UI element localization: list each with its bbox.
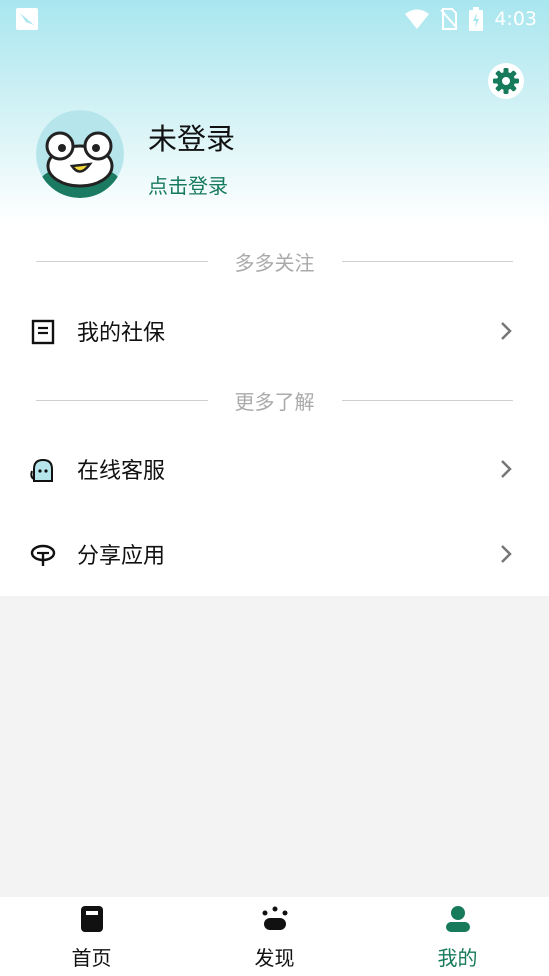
chevron-right-icon (501, 460, 512, 478)
battery-charging-icon (469, 7, 484, 31)
nav-label: 首页 (71, 946, 112, 970)
menu-item-share-app[interactable]: 分享应用 (0, 523, 549, 585)
wifi-icon (405, 9, 430, 29)
settings-button[interactable] (488, 63, 524, 99)
nav-mine[interactable]: 我的 (366, 897, 549, 976)
profile-header: 4:03 未登录 点击登录 (0, 0, 549, 222)
chevron-right-icon (501, 322, 512, 340)
status-time: 4:03 (494, 8, 537, 30)
no-sim-icon (440, 8, 459, 30)
customer-service-icon (30, 458, 53, 482)
menu-item-label: 在线客服 (77, 459, 166, 484)
gear-icon (493, 68, 519, 94)
login-link[interactable]: 点击登录 (148, 170, 228, 199)
menu-item-label: 分享应用 (77, 544, 166, 569)
person-icon (446, 906, 470, 932)
nav-label: 发现 (254, 946, 295, 970)
section-divider-follow: 多多关注 (36, 246, 513, 276)
nav-label: 我的 (437, 946, 478, 970)
document-icon (31, 319, 55, 345)
nav-home[interactable]: 首页 (0, 897, 183, 976)
username: 未登录 (148, 122, 236, 156)
menu-panel: 多多关注 我的社保 更多了解 在线客服 分享应用 (0, 222, 549, 596)
section-divider-learn: 更多了解 (36, 385, 513, 415)
menu-item-customer-service[interactable]: 在线客服 (0, 438, 549, 500)
menu-item-label: 我的社保 (77, 321, 166, 346)
bottom-navigation: 首页 发现 我的 (0, 897, 549, 976)
section-title: 更多了解 (234, 389, 315, 414)
status-bar: 4:03 (0, 0, 549, 40)
chevron-right-icon (501, 545, 512, 563)
share-icon (30, 544, 56, 566)
section-title: 多多关注 (234, 250, 315, 275)
discover-icon (262, 906, 288, 930)
avatar[interactable] (36, 110, 124, 198)
app-notification-icon (16, 8, 38, 30)
frog-avatar-icon (36, 110, 124, 198)
home-book-icon (81, 906, 103, 932)
menu-item-social-security[interactable]: 我的社保 (0, 300, 549, 362)
nav-discover[interactable]: 发现 (183, 897, 366, 976)
